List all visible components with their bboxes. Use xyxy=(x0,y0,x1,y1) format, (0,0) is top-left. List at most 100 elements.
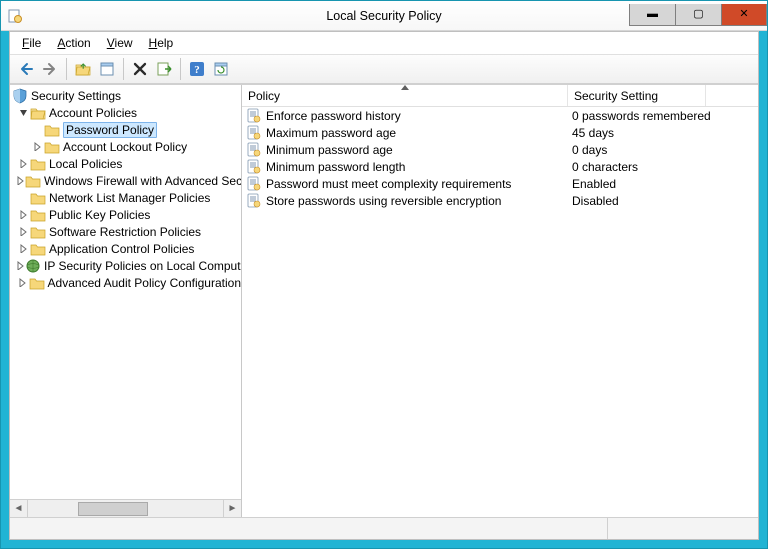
tree-label: Network List Manager Policies xyxy=(49,191,210,205)
help-button[interactable] xyxy=(185,57,209,81)
close-button[interactable]: ✕ xyxy=(721,4,767,26)
list-pane: Policy Security Setting Enforce password… xyxy=(242,85,758,517)
app-icon xyxy=(7,8,23,24)
globe-icon xyxy=(25,258,41,274)
scroll-right-icon[interactable]: ► xyxy=(223,500,241,518)
shield-icon xyxy=(12,88,28,104)
column-header-policy[interactable]: Policy xyxy=(242,85,568,106)
toolbar xyxy=(10,54,758,84)
tree-item-account-lockout[interactable]: Account Lockout Policy xyxy=(10,138,241,155)
policy-value: Enabled xyxy=(572,177,616,191)
column-label: Policy xyxy=(248,89,280,103)
tree-label: Application Control Policies xyxy=(49,242,194,256)
forward-button[interactable] xyxy=(38,57,62,81)
folder-icon xyxy=(30,156,46,172)
policy-name: Minimum password length xyxy=(266,160,405,174)
cell-policy: Store passwords using reversible encrypt… xyxy=(242,193,568,209)
tree-item-local-policies[interactable]: Local Policies xyxy=(10,155,241,172)
cell-policy: Maximum password age xyxy=(242,125,568,141)
toolbar-separator xyxy=(180,58,181,80)
menu-view[interactable]: View xyxy=(101,34,139,52)
column-label: Security Setting xyxy=(574,89,658,103)
maximize-button[interactable]: ▢ xyxy=(675,4,721,26)
list-body[interactable]: Enforce password history 0 passwords reme… xyxy=(242,107,758,517)
folder-open-icon xyxy=(30,105,46,121)
tree-item-app-control[interactable]: Application Control Policies xyxy=(10,240,241,257)
titlebar[interactable]: Local Security Policy ▬ ▢ ✕ xyxy=(1,1,767,31)
policy-value: 45 days xyxy=(572,126,614,140)
folder-icon xyxy=(30,207,46,223)
tree-item-password-policy[interactable]: Password Policy xyxy=(10,121,241,138)
list-row[interactable]: Minimum password length 0 characters xyxy=(242,158,758,175)
policy-icon xyxy=(246,125,262,141)
list-row[interactable]: Store passwords using reversible encrypt… xyxy=(242,192,758,209)
list-row[interactable]: Enforce password history 0 passwords reme… xyxy=(242,107,758,124)
menu-action[interactable]: Action xyxy=(51,34,96,52)
list-row[interactable]: Maximum password age 45 days xyxy=(242,124,758,141)
tree-item-adv-audit[interactable]: Advanced Audit Policy Configuration xyxy=(10,274,241,291)
status-cell xyxy=(608,518,758,539)
column-headers: Policy Security Setting xyxy=(242,85,758,107)
expander-closed-icon[interactable] xyxy=(16,174,25,188)
menu-file[interactable]: File xyxy=(16,34,47,52)
tree-item-software-restriction[interactable]: Software Restriction Policies xyxy=(10,223,241,240)
tree-item-network-list[interactable]: Network List Manager Policies xyxy=(10,189,241,206)
tree-hscrollbar[interactable]: ◄ ► xyxy=(10,499,241,517)
folder-icon xyxy=(30,190,46,206)
tree-item-ip-security[interactable]: IP Security Policies on Local Computer xyxy=(10,257,241,274)
tree-item-windows-firewall[interactable]: Windows Firewall with Advanced Security xyxy=(10,172,241,189)
expander-closed-icon[interactable] xyxy=(16,157,30,171)
tree-item-public-key[interactable]: Public Key Policies xyxy=(10,206,241,223)
delete-button[interactable] xyxy=(128,57,152,81)
properties-button[interactable] xyxy=(95,57,119,81)
column-header-setting[interactable]: Security Setting xyxy=(568,85,706,106)
policy-icon xyxy=(246,193,262,209)
scroll-left-icon[interactable]: ◄ xyxy=(10,500,28,518)
expander-closed-icon[interactable] xyxy=(16,242,30,256)
tree[interactable]: Security Settings Account Policies Passw… xyxy=(10,85,241,499)
cell-setting: 0 days xyxy=(568,143,758,157)
export-button[interactable] xyxy=(152,57,176,81)
expander-closed-icon[interactable] xyxy=(16,225,30,239)
policy-name: Store passwords using reversible encrypt… xyxy=(266,194,501,208)
list-row[interactable]: Minimum password age0 days xyxy=(242,141,758,158)
policy-icon xyxy=(246,142,262,158)
folder-icon xyxy=(44,139,60,155)
back-button[interactable] xyxy=(14,57,38,81)
minimize-button[interactable]: ▬ xyxy=(629,4,675,26)
policy-value: 0 characters xyxy=(572,160,638,174)
toolbar-separator xyxy=(66,58,67,80)
cell-setting: 0 characters xyxy=(568,160,758,174)
cell-policy: Enforce password history xyxy=(242,108,568,124)
up-button[interactable] xyxy=(71,57,95,81)
expander-open-icon[interactable] xyxy=(16,106,30,120)
folder-icon xyxy=(29,275,45,291)
policy-value: 0 passwords remembered xyxy=(572,109,711,123)
tree-label-selected: Password Policy xyxy=(63,122,157,138)
expander-closed-icon[interactable] xyxy=(16,208,30,222)
tree-item-account-policies[interactable]: Account Policies xyxy=(10,104,241,121)
expander-closed-icon[interactable] xyxy=(16,276,29,290)
cell-setting: 0 passwords remembered xyxy=(568,109,758,123)
tree-label: IP Security Policies on Local Computer xyxy=(44,259,241,273)
tree-label: Account Policies xyxy=(49,106,137,120)
tree-root[interactable]: Security Settings xyxy=(10,87,241,104)
folder-icon xyxy=(44,122,60,138)
policy-value: Disabled xyxy=(572,194,619,208)
policy-name: Password must meet complexity requiremen… xyxy=(266,177,511,191)
cell-policy: Minimum password length xyxy=(242,159,568,175)
window: Local Security Policy ▬ ▢ ✕ File Action … xyxy=(0,0,768,549)
expander-closed-icon[interactable] xyxy=(30,140,44,154)
cell-setting: Disabled xyxy=(568,194,758,208)
menu-help[interactable]: Help xyxy=(143,34,180,52)
cell-policy: Password must meet complexity requiremen… xyxy=(242,176,568,192)
policy-name: Maximum password age xyxy=(266,126,396,140)
list-row[interactable]: Password must meet complexity requiremen… xyxy=(242,175,758,192)
expander-closed-icon[interactable] xyxy=(16,259,25,273)
tree-pane: Security Settings Account Policies Passw… xyxy=(10,85,242,517)
refresh-button[interactable] xyxy=(209,57,233,81)
tree-label: Security Settings xyxy=(31,89,121,103)
toolbar-separator xyxy=(123,58,124,80)
scroll-thumb[interactable] xyxy=(78,502,148,516)
tree-label: Account Lockout Policy xyxy=(63,140,187,154)
